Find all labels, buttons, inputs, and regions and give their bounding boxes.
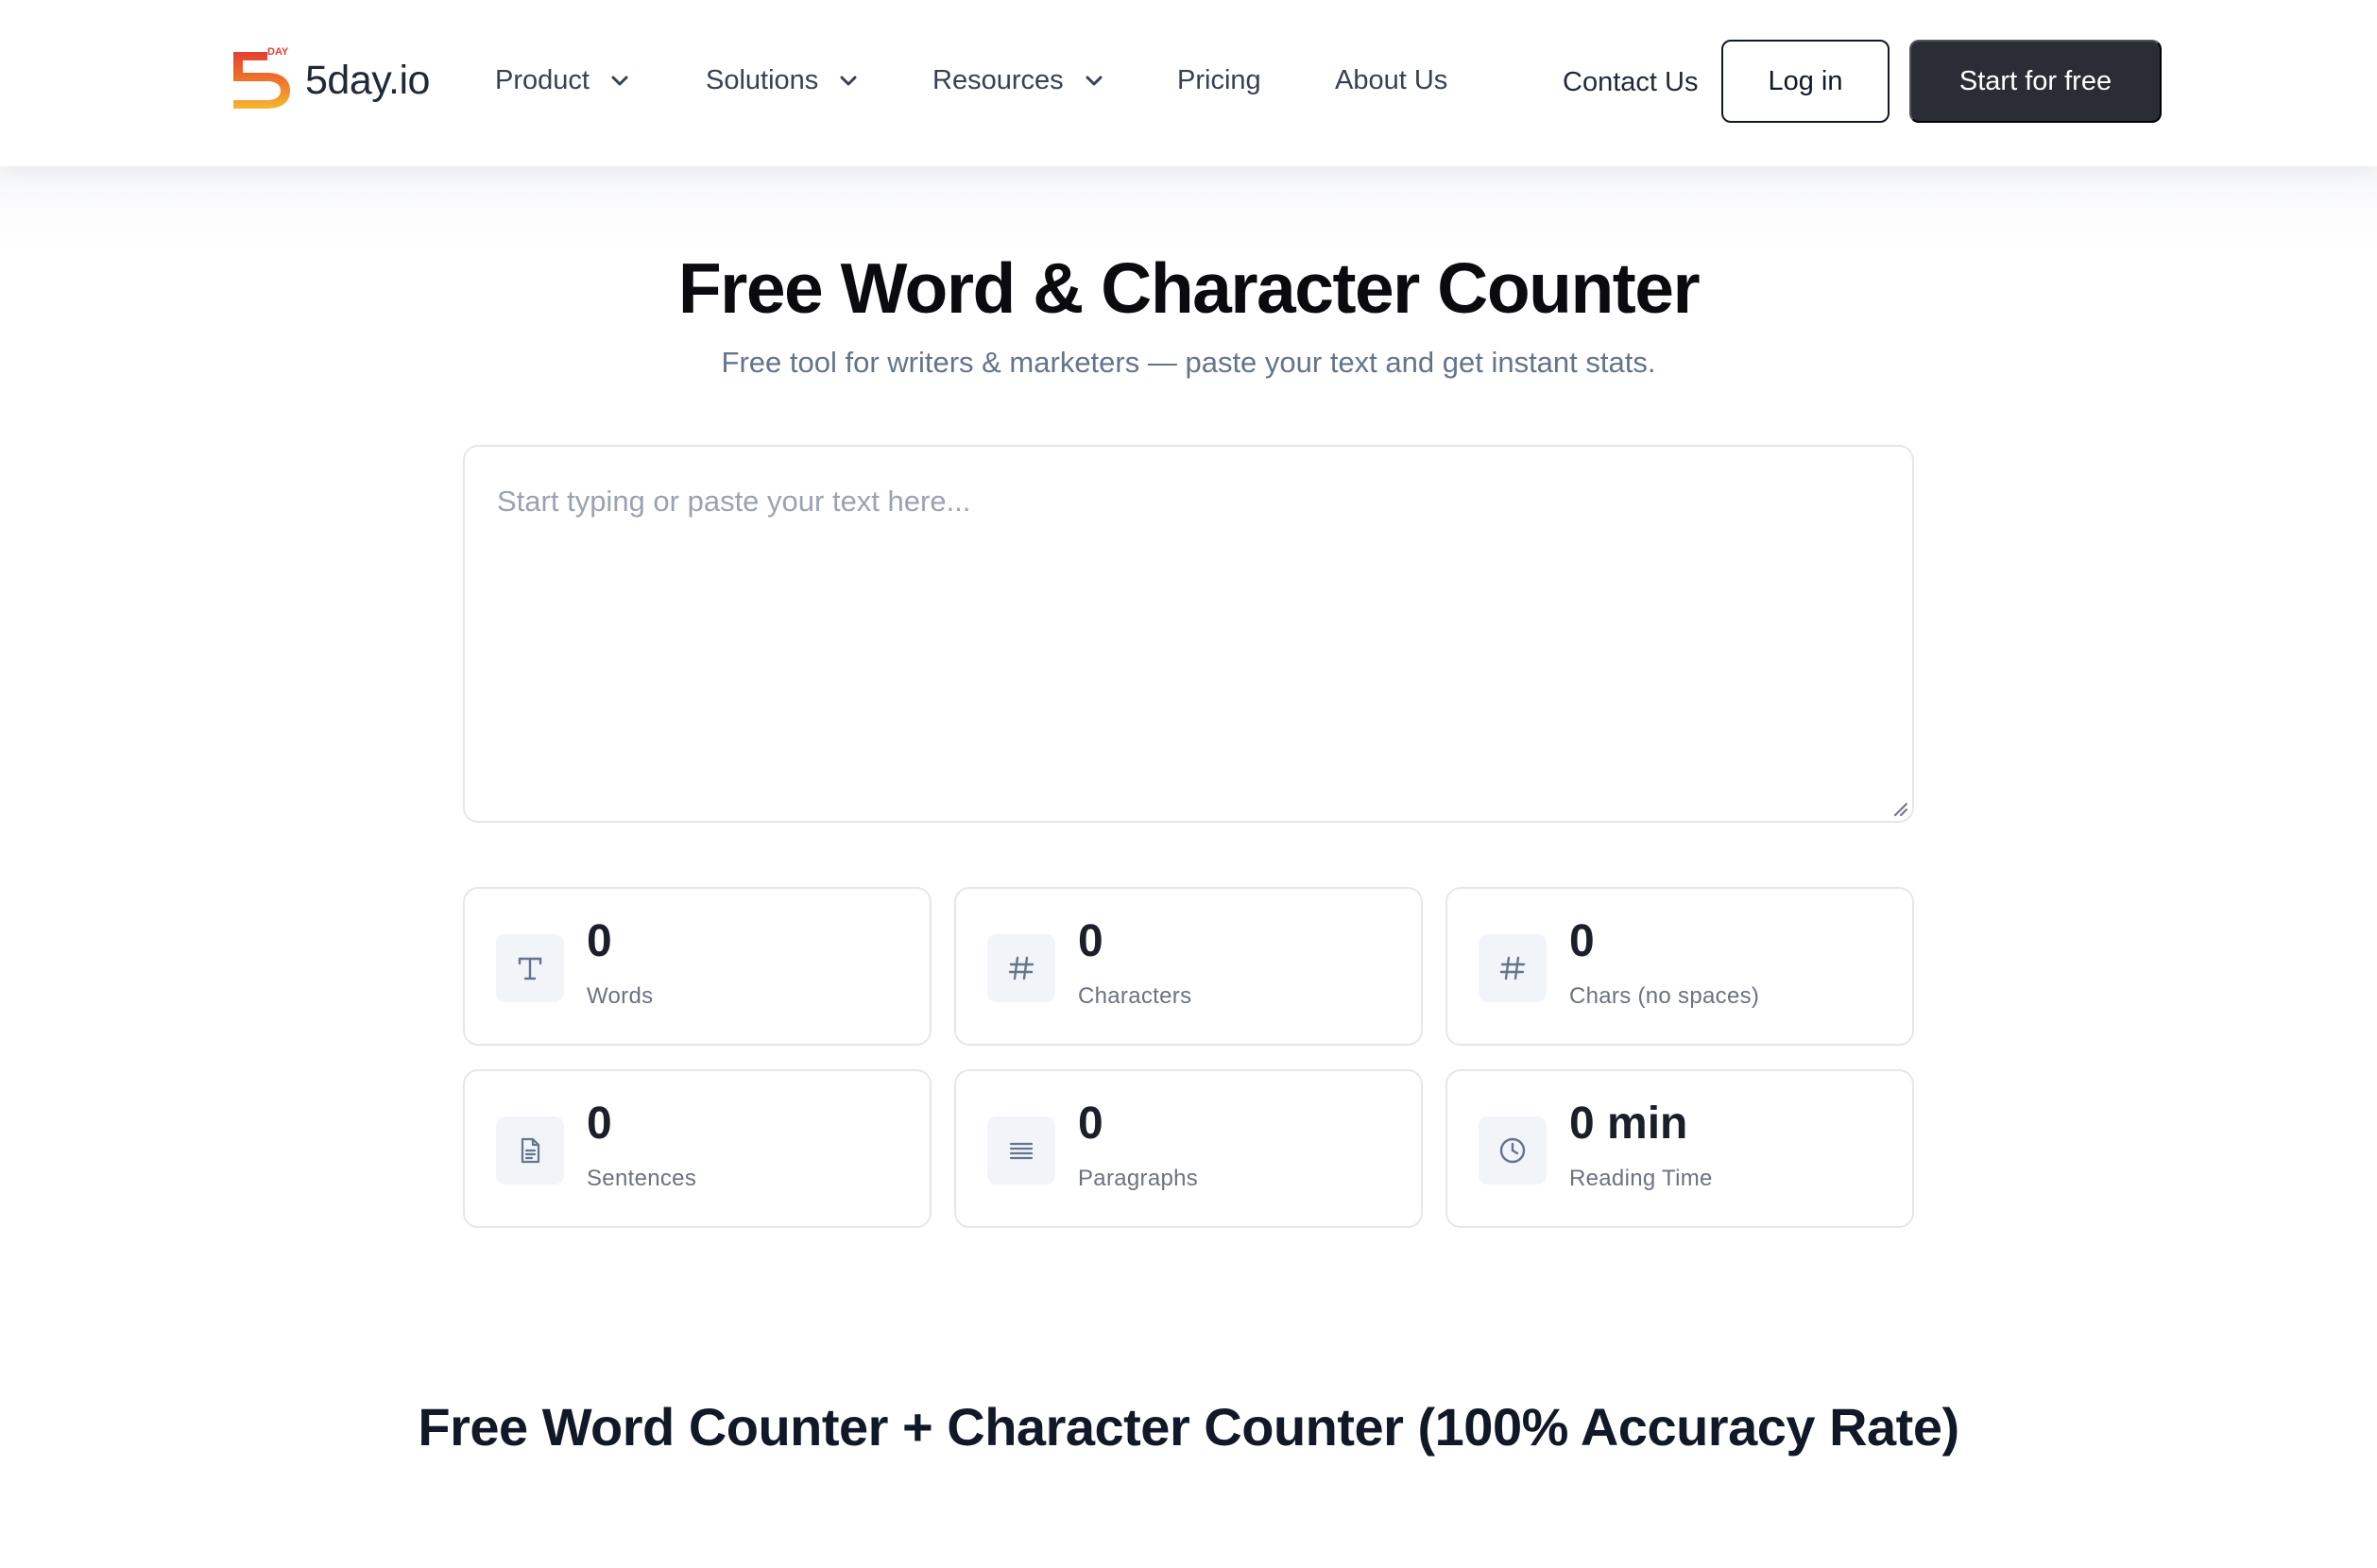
characters-label: Characters	[1078, 983, 1192, 1009]
characters-count: 0	[1078, 916, 1103, 966]
section-heading: Free Word Counter + Character Counter (1…	[418, 1397, 1959, 1457]
top-navigation-bar: DAY 5day.io Product Solutions Resources …	[0, 0, 2377, 166]
reading-time-label: Reading Time	[1569, 1166, 1713, 1191]
sentences-count: 0	[587, 1099, 612, 1149]
chevron-down-icon	[611, 76, 628, 86]
log-in-button[interactable]: Log in	[1721, 40, 1890, 123]
paragraphs-count: 0	[1078, 1099, 1103, 1149]
words-count: 0	[587, 916, 612, 966]
sentences-label: Sentences	[587, 1166, 697, 1191]
nav-about-us[interactable]: About Us	[1335, 59, 1447, 102]
chevron-down-icon	[840, 76, 857, 86]
clock-icon	[1479, 1116, 1547, 1185]
nav-pricing[interactable]: Pricing	[1177, 59, 1261, 102]
nav-pricing-label: Pricing	[1177, 64, 1261, 95]
stat-card-words: 0 Words	[463, 887, 932, 1046]
nav-product-label: Product	[495, 64, 590, 95]
5day-logo-icon: DAY	[230, 46, 294, 112]
chevron-down-icon	[1086, 76, 1103, 86]
stat-card-characters: 0 Characters	[954, 887, 1423, 1046]
nav-about-us-label: About Us	[1335, 64, 1448, 95]
nav-solutions-label: Solutions	[706, 64, 819, 95]
words-label: Words	[587, 983, 654, 1009]
document-icon	[496, 1116, 564, 1185]
stat-card-paragraphs: 0 Paragraphs	[954, 1069, 1423, 1228]
nav-resources[interactable]: Resources	[932, 59, 1105, 102]
brand-name: 5day.io	[305, 57, 430, 103]
paragraphs-label: Paragraphs	[1078, 1166, 1199, 1191]
nav-resources-label: Resources	[932, 64, 1064, 95]
stat-card-chars-no-spaces: 0 Chars (no spaces)	[1445, 887, 1914, 1046]
page-subtitle: Free tool for writers & marketers — past…	[721, 346, 1656, 379]
nav-product[interactable]: Product	[495, 59, 631, 102]
text-input-area[interactable]	[465, 447, 1912, 821]
stat-card-sentences: 0 Sentences	[463, 1069, 932, 1228]
text-input-container	[463, 445, 1914, 823]
brand-logo-link[interactable]: DAY 5day.io	[230, 46, 430, 113]
chars-no-spaces-label: Chars (no spaces)	[1569, 983, 1760, 1009]
hash-icon	[987, 934, 1055, 1002]
header-shadow-fade	[0, 166, 2377, 251]
paragraph-lines-icon	[987, 1116, 1055, 1185]
text-t-icon	[496, 934, 564, 1002]
chars-no-spaces-count: 0	[1569, 916, 1595, 966]
reading-time-value: 0 min	[1569, 1099, 1688, 1149]
logo-badge: DAY	[267, 46, 289, 58]
nav-solutions[interactable]: Solutions	[706, 59, 860, 102]
contact-us-link[interactable]: Contact Us	[1563, 60, 1698, 104]
stat-card-reading-time: 0 min Reading Time	[1445, 1069, 1914, 1228]
hash-icon	[1479, 934, 1547, 1002]
page-title: Free Word & Character Counter	[677, 248, 1701, 328]
resize-handle-icon[interactable]	[1891, 800, 1908, 817]
start-for-free-button[interactable]: Start for free	[1909, 40, 2162, 123]
